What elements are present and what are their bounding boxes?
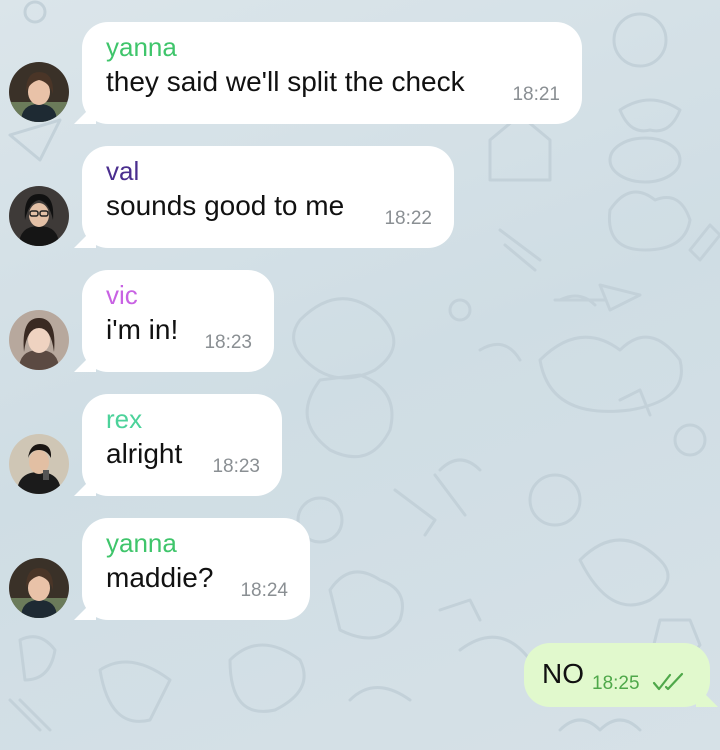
message-text: sounds good to me [106,190,345,221]
message-bubble[interactable]: vic i'm in! 18:23 [82,270,274,372]
avatar-val[interactable] [9,186,69,246]
message-text: NO [542,658,584,689]
message-time: 18:21 [512,84,560,105]
message-time: 18:23 [212,456,260,477]
message-time: 18:22 [384,208,432,229]
avatar-rex[interactable] [9,434,69,494]
sender-name: yanna [106,32,177,62]
message-bubble[interactable]: yanna maddie? 18:24 [82,518,310,620]
message-bubble[interactable]: rex alright 18:23 [82,394,282,496]
sender-name: val [106,156,140,186]
sender-name: rex [106,404,143,434]
message-time: 18:25 [592,673,640,694]
message-text: they said we'll split the check [106,66,465,97]
message-time: 18:23 [204,332,252,353]
message-text: alright [106,438,183,469]
avatar-yanna[interactable] [9,62,69,122]
sender-name: yanna [106,528,177,558]
avatar-vic[interactable] [9,310,69,370]
outgoing-message-bubble[interactable]: NO 18:25 [524,643,710,707]
double-check-icon [652,672,684,691]
message-text: i'm in! [106,314,179,345]
message-text: maddie? [106,562,214,593]
sender-name: vic [106,280,138,310]
avatar-yanna[interactable] [9,558,69,618]
message-bubble[interactable]: val sounds good to me 18:22 [82,146,454,248]
message-time: 18:24 [240,580,288,601]
chat-message-list: yanna they said we'll split the check 18… [0,0,720,750]
message-bubble[interactable]: yanna they said we'll split the check 18… [82,22,582,124]
